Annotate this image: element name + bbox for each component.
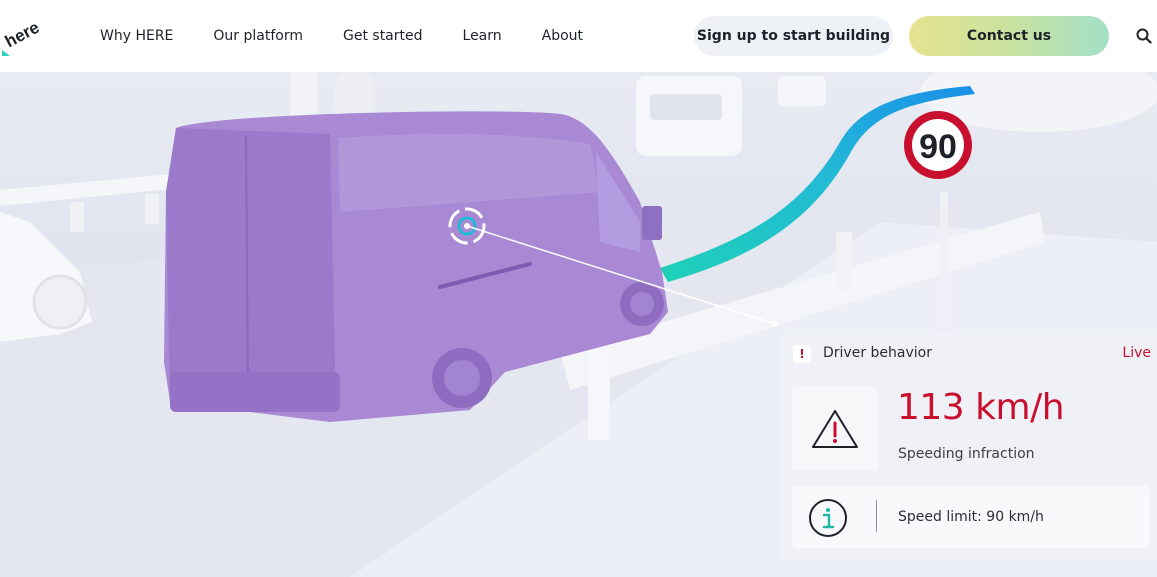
svg-text:90: 90 — [919, 128, 957, 166]
here-logo[interactable]: here — [0, 12, 44, 56]
driver-behavior-panel: ! Driver behavior Live 113 km/h Speeding… — [781, 333, 1157, 561]
warning-triangle-icon — [812, 410, 858, 448]
speed-limit-info: Speed limit: 90 km/h — [792, 486, 1150, 548]
panel-header: ! Driver behavior Live — [781, 333, 1157, 375]
live-status: Live — [1122, 345, 1151, 361]
nav-about[interactable]: About — [542, 28, 583, 44]
panel-title: Driver behavior — [823, 345, 932, 361]
distant-van — [636, 76, 826, 156]
speed-limit-text: Speed limit: 90 km/h — [898, 509, 1044, 525]
nav-our-platform[interactable]: Our platform — [213, 28, 303, 44]
hero-section: 90 ! Driver behavior Live 113 km/h Speed… — [0, 72, 1157, 577]
site-header: here Why HERE Our platform Get started L… — [0, 0, 1157, 72]
alert-icon: ! — [793, 345, 811, 363]
infraction-label: Speeding infraction — [898, 446, 1035, 462]
speed-limit-sign: 90 — [904, 111, 972, 179]
signup-button[interactable]: Sign up to start building — [694, 16, 893, 56]
nav-get-started[interactable]: Get started — [343, 28, 423, 44]
current-speed: 113 km/h — [897, 387, 1065, 428]
info-icon — [809, 499, 847, 537]
nav-learn[interactable]: Learn — [463, 28, 502, 44]
warning-icon-box — [792, 387, 878, 471]
nav-why-here[interactable]: Why HERE — [100, 28, 173, 44]
main-nav: Why HERE Our platform Get started Learn … — [100, 0, 623, 72]
search-icon[interactable] — [1136, 28, 1152, 44]
contact-us-button[interactable]: Contact us — [909, 16, 1109, 56]
svg-text:here: here — [2, 18, 43, 52]
divider — [876, 500, 877, 532]
